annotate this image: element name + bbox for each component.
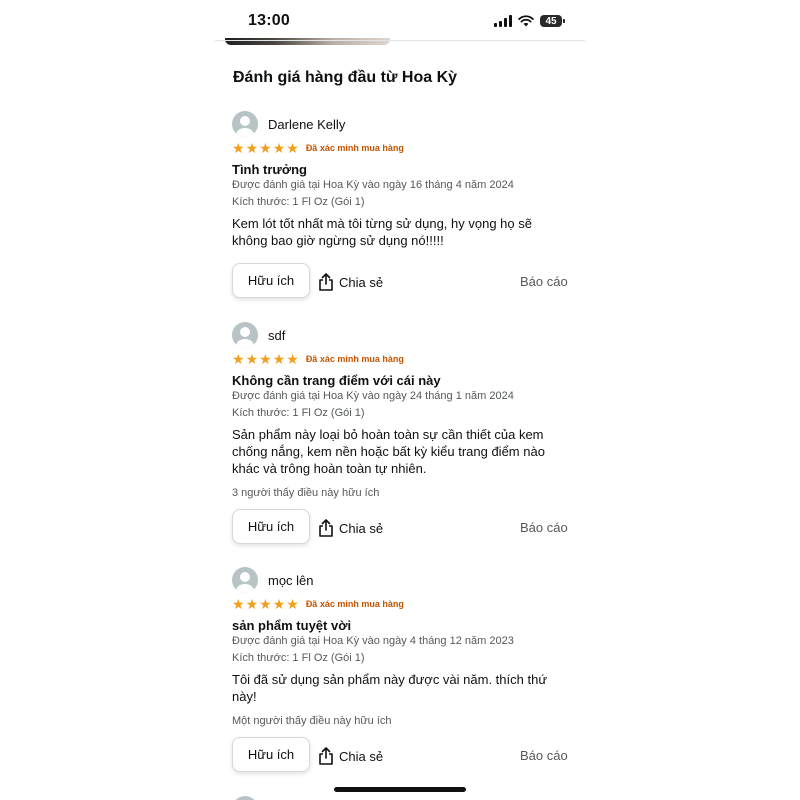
star-icon: ★ xyxy=(286,140,299,156)
star-icon: ★ xyxy=(232,596,245,612)
rating-row: ★ ★ ★ ★ ★ Đã xác minh mua hàng xyxy=(232,352,404,366)
phone-screen: 13:00 45 Đánh giá hàng đầu từ Hoa Kỳ Dar… xyxy=(215,0,585,800)
share-label: Chia sẻ xyxy=(339,748,384,764)
rating-row: ★ ★ ★ ★ ★ Đã xác minh mua hàng xyxy=(232,141,404,155)
wifi-icon xyxy=(518,15,534,27)
star-icon: ★ xyxy=(245,596,259,612)
verified-purchase-badge: Đã xác minh mua hàng xyxy=(305,143,404,153)
review-body: Kem lót tốt nhất mà tôi từng sử dụng, hy… xyxy=(232,216,532,248)
star-rating: ★ ★ ★ ★ ★ xyxy=(232,141,299,155)
verified-purchase-badge: Đã xác minh mua hàng xyxy=(305,599,404,609)
status-icons: 45 xyxy=(494,13,565,29)
report-link[interactable]: Báo cáo xyxy=(520,748,568,763)
review-title: sản phẩm tuyệt vời xyxy=(232,618,352,633)
star-icon: ★ xyxy=(272,140,286,156)
share-label: Chia sẻ xyxy=(339,274,384,290)
report-link[interactable]: Báo cáo xyxy=(520,520,568,535)
star-icon: ★ xyxy=(259,351,272,367)
review-body: Sản phẩm này loại bỏ hoàn toàn sự cần th… xyxy=(232,427,545,476)
review-date: Được đánh giá tại Hoa Kỳ vào ngày 4 thán… xyxy=(232,635,514,647)
share-icon xyxy=(319,747,333,765)
signal-icon xyxy=(494,15,512,27)
section-title: Đánh giá hàng đầu từ Hoa Kỳ xyxy=(233,69,458,86)
star-icon: ★ xyxy=(272,596,286,612)
helpful-button[interactable]: Hữu ích xyxy=(232,263,310,298)
reviewer[interactable]: mọc lên xyxy=(232,567,314,593)
share-button[interactable]: Chia sẻ xyxy=(318,517,383,539)
review-title: Tình trưởng xyxy=(232,162,307,177)
star-rating: ★ ★ ★ ★ ★ xyxy=(232,597,299,611)
verified-purchase-badge: Đã xác minh mua hàng xyxy=(305,354,404,364)
star-icon: ★ xyxy=(232,351,245,367)
review-size: Kích thước: 1 Fl Oz (Gói 1) xyxy=(232,652,365,664)
review-body: Tôi đã sử dụng sản phẩm này được vài năm… xyxy=(232,672,548,704)
share-button[interactable]: Chia sẻ xyxy=(318,271,383,293)
share-label: Chia sẻ xyxy=(339,520,384,536)
status-time: 13:00 xyxy=(248,12,290,29)
share-icon xyxy=(319,273,333,291)
review-card: mọc lên ★ ★ ★ ★ ★ Đã xác minh mua hàng s… xyxy=(232,567,577,777)
star-rating: ★ ★ ★ ★ ★ xyxy=(232,352,299,366)
avatar-icon xyxy=(232,567,258,593)
share-icon xyxy=(319,519,333,537)
helpful-count: 3 người thấy điều này hữu ích xyxy=(232,487,380,499)
review-card: Darlene Kelly ★ ★ ★ ★ ★ Đã xác minh mua … xyxy=(232,111,577,301)
avatar-icon xyxy=(232,322,258,348)
reviewer-name: sdf xyxy=(268,327,286,343)
helpful-button[interactable]: Hữu ích xyxy=(232,737,310,772)
home-indicator[interactable] xyxy=(334,787,466,792)
share-button[interactable]: Chia sẻ xyxy=(318,745,383,767)
star-icon: ★ xyxy=(286,351,299,367)
reviewer[interactable]: Darlene Kelly xyxy=(232,111,345,137)
helpful-count: Một người thấy điều này hữu ích xyxy=(232,715,392,727)
reviewer-name: Darlene Kelly xyxy=(268,116,346,132)
avatar-icon xyxy=(232,796,258,800)
battery-icon: 45 xyxy=(540,15,565,27)
review-date: Được đánh giá tại Hoa Kỳ vào ngày 16 thá… xyxy=(232,179,514,191)
review-card: sdf ★ ★ ★ ★ ★ Đã xác minh mua hàng Không… xyxy=(232,322,577,547)
review-date: Được đánh giá tại Hoa Kỳ vào ngày 24 thá… xyxy=(232,390,514,402)
star-icon: ★ xyxy=(245,140,259,156)
reviewer-name: mọc lên xyxy=(268,572,314,588)
star-icon: ★ xyxy=(272,351,286,367)
report-link[interactable]: Báo cáo xyxy=(520,274,568,289)
avatar-icon xyxy=(232,111,258,137)
star-icon: ★ xyxy=(259,140,272,156)
star-icon: ★ xyxy=(245,351,259,367)
review-title: Không cần trang điểm với cái này xyxy=(232,373,441,388)
helpful-button[interactable]: Hữu ích xyxy=(232,509,310,544)
star-icon: ★ xyxy=(259,596,272,612)
star-icon: ★ xyxy=(232,140,245,156)
reviewer[interactable]: sdf xyxy=(232,322,285,348)
rating-row: ★ ★ ★ ★ ★ Đã xác minh mua hàng xyxy=(232,597,404,611)
review-size: Kích thước: 1 Fl Oz (Gói 1) xyxy=(232,196,365,208)
star-icon: ★ xyxy=(286,596,299,612)
review-size: Kích thước: 1 Fl Oz (Gói 1) xyxy=(232,407,365,419)
top-divider xyxy=(215,40,585,41)
